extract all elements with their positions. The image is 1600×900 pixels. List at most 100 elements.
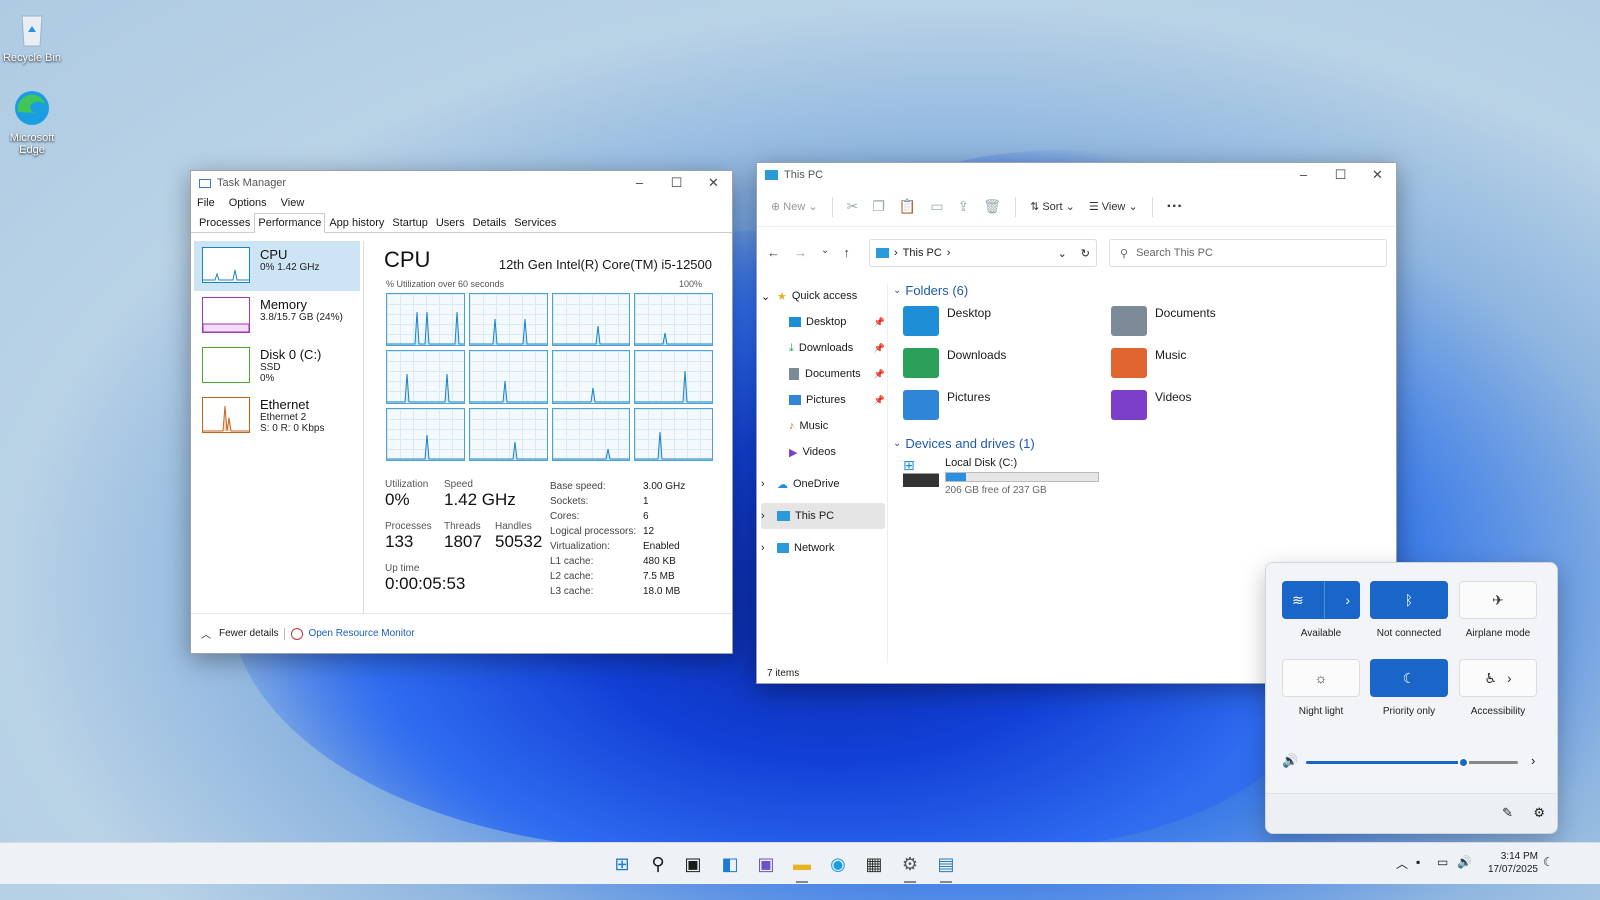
airplane-mode-toggle[interactable]: ✈ (1459, 581, 1537, 619)
resource-disk[interactable]: Disk 0 (C:) SSD 0% (194, 341, 360, 391)
new-button[interactable]: ⊕ New ⌄ (771, 200, 818, 213)
maximize-button[interactable]: ☐ (1322, 167, 1359, 183)
close-button[interactable]: ✕ (695, 175, 732, 191)
nav-desktop[interactable]: Desktop 📌 (761, 309, 885, 335)
search-input[interactable]: ⚲ Search This PC (1109, 239, 1387, 267)
settings-gear-icon[interactable]: ⚙ (898, 852, 922, 876)
tab-performance[interactable]: Performance (254, 213, 326, 233)
explorer-titlebar[interactable]: This PC – ☐ ✕ (757, 163, 1396, 187)
minimize-button[interactable]: – (621, 175, 658, 191)
menu-file[interactable]: File (197, 197, 215, 209)
recent-locations-button[interactable]: ⌄ (821, 245, 829, 260)
clock[interactable]: 3:14 PM 17/07/2025 (1478, 850, 1538, 876)
speaker-icon[interactable]: 🔊 (1282, 753, 1298, 769)
accessibility-toggle[interactable]: ♿ › (1459, 659, 1537, 697)
bluetooth-toggle[interactable]: ᛒ (1370, 581, 1448, 619)
focus-priority-toggle[interactable]: ☾ (1370, 659, 1448, 697)
cut-icon[interactable]: ✂ (847, 198, 859, 215)
widgets-icon[interactable]: ◧ (718, 852, 742, 876)
downloads-folder-icon (903, 348, 939, 378)
nav-downloads[interactable]: ⤓ Downloads 📌 (761, 335, 885, 361)
back-button[interactable]: ← (767, 245, 780, 260)
folder-pictures[interactable]: Pictures (903, 390, 1111, 420)
nav-quick-access[interactable]: ⌄ ★ Quick access (761, 283, 885, 309)
forward-button[interactable]: → (794, 245, 807, 260)
tab-startup[interactable]: Startup (388, 213, 431, 232)
delete-icon[interactable]: 🗑 (983, 198, 1001, 215)
edge-icon[interactable]: ◉ (826, 852, 850, 876)
volume-slider[interactable] (1306, 757, 1518, 768)
resource-ethernet[interactable]: Ethernet Ethernet 2 S: 0 R: 0 Kbps (194, 391, 360, 441)
desktop-icon-edge[interactable]: Microsoft Edge (0, 88, 64, 156)
close-button[interactable]: ✕ (1359, 167, 1396, 183)
folder-music[interactable]: Music (1111, 348, 1319, 378)
nav-documents[interactable]: Documents 📌 (761, 361, 885, 387)
divider (1324, 581, 1326, 619)
tab-details[interactable]: Details (469, 213, 511, 232)
processes-value: 133 (385, 532, 414, 551)
resource-memory[interactable]: Memory 3.8/15.7 GB (24%) (194, 291, 360, 341)
folder-desktop[interactable]: Desktop (903, 306, 1111, 336)
more-options-button[interactable]: ··· (1167, 198, 1183, 216)
store-icon[interactable]: ▦ (862, 852, 886, 876)
resource-cpu[interactable]: CPU 0% 1.42 GHz (194, 241, 360, 291)
nav-videos[interactable]: ▶ Videos (761, 439, 885, 465)
notification-icon[interactable]: ☾ (1543, 855, 1554, 869)
chevron-right-icon[interactable]: › (1345, 592, 1350, 608)
chat-icon[interactable]: ▣ (754, 852, 778, 876)
nav-network[interactable]: › Network (761, 535, 885, 561)
maximize-button[interactable]: ☐ (658, 175, 695, 191)
copy-icon[interactable]: ❐ (872, 198, 885, 215)
up-button[interactable]: ↑ (843, 245, 850, 260)
minimize-button[interactable]: – (1285, 167, 1322, 183)
paste-icon[interactable]: 📋 (899, 198, 916, 215)
speaker-icon[interactable]: 🔊 (1457, 855, 1472, 869)
menu-options[interactable]: Options (229, 197, 267, 209)
volume-slider-thumb[interactable] (1457, 757, 1469, 768)
search-icon[interactable]: ⚲ (646, 852, 670, 876)
desktop-icon-recycle-bin[interactable]: Recycle Bin (0, 8, 64, 64)
drive-local-disk[interactable]: ⊞ Local Disk (C:) 206 GB free of 237 GB (903, 457, 1391, 496)
address-bar[interactable]: › This PC › ⌄ ↻ (869, 239, 1097, 267)
chevron-up-icon[interactable]: ︿ (201, 626, 211, 641)
tab-services[interactable]: Services (510, 213, 560, 232)
folder-downloads[interactable]: Downloads (903, 348, 1111, 378)
task-manager-icon[interactable]: ▤ (934, 852, 958, 876)
share-icon[interactable]: ⇪ (958, 198, 970, 215)
tray-app-icon[interactable]: ▪ (1416, 855, 1420, 869)
tab-processes[interactable]: Processes (195, 213, 254, 232)
network-icon[interactable]: ▭ (1437, 855, 1448, 869)
sort-button[interactable]: ⇅ Sort ⌄ (1030, 200, 1075, 213)
rename-icon[interactable]: ▭ (930, 198, 943, 215)
breadcrumb-this-pc[interactable]: This PC (903, 247, 942, 259)
edit-icon[interactable]: ✎ (1502, 805, 1513, 821)
folder-videos[interactable]: Videos (1111, 390, 1319, 420)
nav-this-pc[interactable]: › This PC (761, 503, 885, 529)
open-resource-monitor-link[interactable]: Open Resource Monitor (308, 628, 414, 639)
gear-icon[interactable]: ⚙ (1533, 805, 1545, 821)
resource-list: CPU 0% 1.42 GHz Memory 3.8/15.7 GB (24%) D… (194, 241, 360, 441)
menu-view[interactable]: View (281, 197, 305, 209)
task-manager-titlebar[interactable]: Task Manager – ☐ ✕ (191, 171, 732, 195)
file-explorer-icon[interactable]: ▬ (790, 852, 814, 876)
chevron-up-icon[interactable]: ︿ (1396, 855, 1408, 872)
refresh-icon[interactable]: ↻ (1081, 247, 1090, 260)
tab-users[interactable]: Users (432, 213, 469, 232)
start-button[interactable]: ⊞ (610, 852, 634, 876)
chevron-down-icon[interactable]: ⌄ (1058, 247, 1067, 260)
folders-section-header[interactable]: ⌄ Folders (6) (893, 283, 1391, 298)
nav-pictures[interactable]: Pictures 📌 (761, 387, 885, 413)
chevron-right-icon[interactable]: › (1531, 753, 1535, 768)
night-light-toggle[interactable]: ☼ (1282, 659, 1360, 697)
fewer-details-link[interactable]: Fewer details (219, 628, 278, 639)
nav-music[interactable]: ♪ Music (761, 413, 885, 439)
wifi-toggle[interactable]: ≋ › (1282, 581, 1360, 619)
view-button[interactable]: ☰ View ⌄ (1089, 200, 1138, 213)
drives-section-header[interactable]: ⌄ Devices and drives (1) (893, 436, 1391, 451)
download-icon: ⤓ (789, 341, 794, 354)
folder-documents[interactable]: Documents (1111, 306, 1319, 336)
nav-onedrive[interactable]: › ☁ OneDrive (761, 471, 885, 497)
tab-app-history[interactable]: App history (325, 213, 388, 232)
task-view-icon[interactable]: ▣ (681, 852, 705, 876)
resource-detail: SSD (260, 362, 281, 373)
